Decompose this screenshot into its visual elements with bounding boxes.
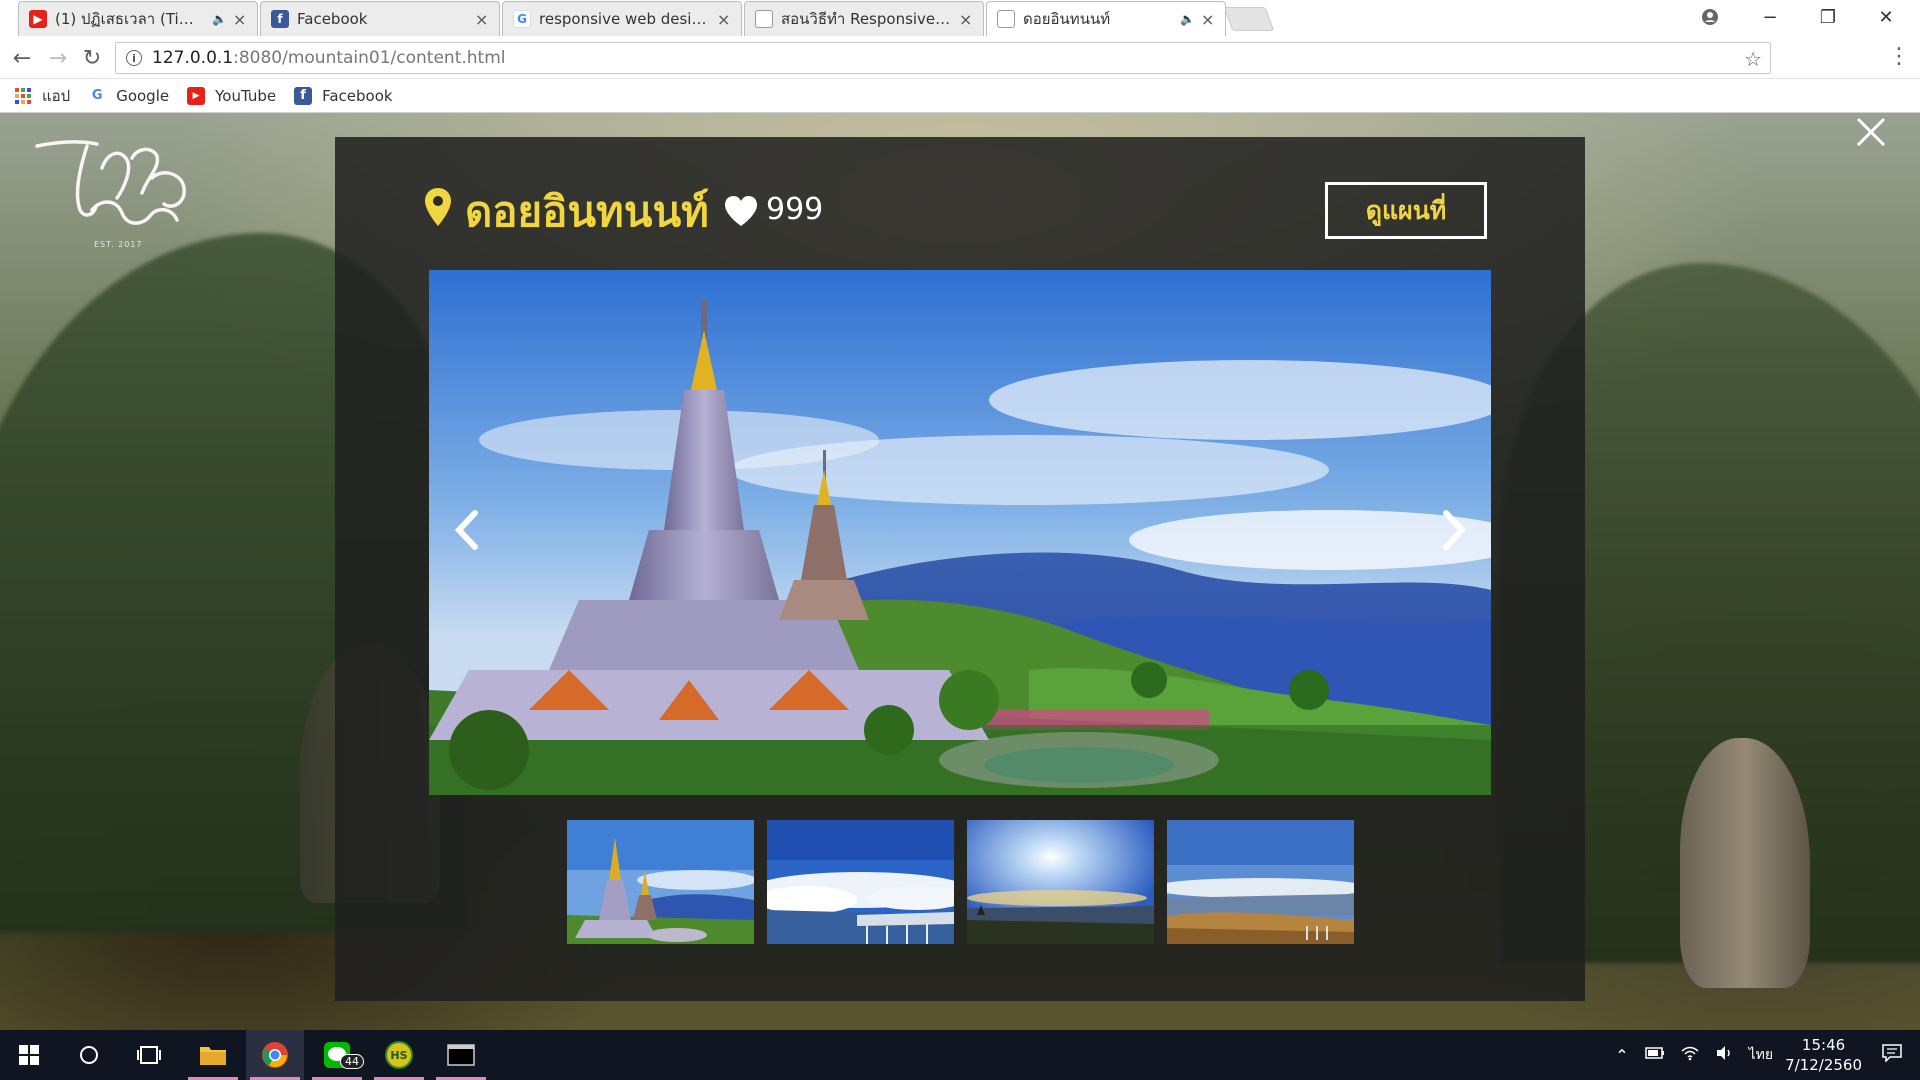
page-icon (997, 10, 1015, 28)
windows-taskbar: 44 HS ⌃ ไทย 15:46 7/12/2560 (0, 1030, 1920, 1080)
clock-time: 15:46 (1801, 1036, 1846, 1054)
tab-title: (1) ปฏิเสธเวลา (Time N (55, 10, 209, 28)
line-app-icon[interactable]: 44 (308, 1030, 366, 1080)
system-tray: ⌃ ไทย 15:46 7/12/2560 (1615, 1030, 1920, 1080)
wifi-icon[interactable] (1681, 1045, 1699, 1065)
minimize-button[interactable]: − (1750, 2, 1790, 32)
bookmark-facebook[interactable]: f Facebook (294, 86, 393, 105)
page-icon (755, 10, 773, 28)
apps-grid-icon (14, 87, 32, 105)
hs-label: HS (385, 1041, 413, 1069)
bookmark-label: Google (116, 86, 170, 105)
tab-facebook[interactable]: f Facebook × (260, 1, 500, 36)
bookmark-apps[interactable]: แอป (14, 84, 70, 108)
tab-tutorial[interactable]: สอนวิธีทำ Responsive Web × (744, 1, 984, 36)
facebook-icon: f (271, 10, 289, 28)
bookmark-youtube[interactable]: ▶ YouTube (187, 86, 277, 105)
thumbnail-strip (567, 820, 1367, 944)
bookmark-label: แอป (42, 86, 71, 105)
info-icon[interactable]: i (126, 50, 142, 66)
logo-est-text: EST. 2017 (94, 240, 143, 249)
profile-icon[interactable] (1690, 2, 1730, 32)
notifications-icon[interactable] (1882, 1044, 1902, 1066)
thumbnail-pagoda[interactable] (567, 820, 754, 944)
close-overlay-button[interactable] (1852, 113, 1890, 151)
tab-strip: ▶ (1) ปฏิเสธเวลา (Time N 🔈 × f Facebook … (0, 0, 1920, 37)
task-view-icon[interactable] (120, 1030, 178, 1080)
chevron-up-icon[interactable]: ⌃ (1615, 1046, 1628, 1065)
hs-app-icon[interactable]: HS (370, 1030, 428, 1080)
tab-title: responsive web design - (539, 10, 711, 28)
tab-youtube[interactable]: ▶ (1) ปฏิเสธเวลา (Time N 🔈 × (18, 1, 258, 36)
heart-icon[interactable] (723, 195, 759, 227)
clock[interactable]: 15:46 7/12/2560 (1785, 1035, 1862, 1075)
tab-doi-inthanon[interactable]: ดอยอินทนนท์ 🔈 × (986, 1, 1226, 36)
tab-title: ดอยอินทนนท์ (1023, 10, 1111, 28)
restore-button[interactable]: ❐ (1808, 2, 1848, 32)
bookmark-label: Facebook (322, 86, 393, 105)
terminal-icon[interactable] (432, 1030, 490, 1080)
tab-google-search[interactable]: G responsive web design - × (502, 1, 742, 36)
thumbnail-sunrise[interactable] (967, 820, 1154, 944)
prev-arrow-icon[interactable] (447, 505, 487, 555)
window-close-button[interactable]: ✕ (1866, 2, 1906, 32)
speaker-icon[interactable]: 🔈 (212, 12, 227, 26)
thumbnail-sea-of-clouds[interactable] (767, 820, 954, 944)
hero-image (429, 270, 1491, 795)
youtube-icon: ▶ (187, 86, 206, 105)
tab-title: สอนวิธีทำ Responsive Web (781, 10, 953, 28)
like-count: 999 (766, 192, 824, 227)
bookmark-google[interactable]: G Google (88, 87, 169, 105)
windows-start-icon[interactable] (0, 1030, 58, 1080)
close-icon[interactable]: × (233, 10, 247, 29)
file-explorer-icon[interactable] (184, 1030, 242, 1080)
back-button[interactable]: ← (8, 44, 36, 72)
thumbnail-mountain-view[interactable] (1167, 820, 1354, 944)
close-icon[interactable]: × (717, 10, 731, 29)
background-rock (1680, 738, 1810, 988)
new-tab-button[interactable] (1223, 7, 1275, 31)
destination-modal: ดอยอินทนนท์ 999 ดูแผนที่ (335, 137, 1585, 1001)
bookmark-star-icon[interactable]: ☆ (1744, 47, 1762, 71)
close-icon (1856, 117, 1886, 147)
address-host: 127.0.0.1 (152, 48, 234, 68)
language-indicator[interactable]: ไทย (1749, 1044, 1773, 1066)
clock-date: 7/12/2560 (1785, 1056, 1862, 1074)
battery-icon[interactable] (1644, 1047, 1665, 1063)
speaker-icon[interactable]: 🔈 (1180, 12, 1195, 26)
site-logo[interactable]: EST. 2017 (32, 138, 207, 253)
search-icon[interactable] (60, 1030, 118, 1080)
browser-toolbar: ← → ↻ i 127.0.0.1:8080/mountain01/conten… (0, 37, 1920, 79)
google-icon: G (91, 88, 103, 103)
page-background: EST. 2017 ดอยอินทนนท์ 999 ดูแผนที่ (0, 113, 1920, 1030)
youtube-icon: ▶ (29, 10, 47, 28)
forward-button[interactable]: → (44, 44, 72, 72)
reload-button[interactable]: ↻ (78, 44, 106, 72)
notification-badge: 44 (340, 1054, 364, 1069)
address-path: :8080/mountain01/content.html (233, 48, 506, 68)
close-icon[interactable]: × (1201, 10, 1215, 29)
chrome-taskbar-icon[interactable] (246, 1030, 304, 1080)
close-icon[interactable]: × (475, 10, 489, 29)
place-title: ดอยอินทนนท์ (465, 187, 709, 236)
address-bar[interactable]: i 127.0.0.1:8080/mountain01/content.html… (115, 42, 1771, 74)
bookmark-label: YouTube (215, 86, 277, 105)
next-arrow-icon[interactable] (1434, 505, 1474, 555)
view-map-button[interactable]: ดูแผนที่ (1325, 182, 1487, 239)
close-icon[interactable]: × (959, 10, 973, 29)
bookmarks-bar: แอป G Google ▶ YouTube f Facebook (0, 79, 1920, 113)
volume-icon[interactable] (1715, 1045, 1733, 1065)
menu-dots-icon[interactable]: ⋮ (1888, 44, 1910, 69)
tab-title: Facebook (297, 10, 368, 28)
location-pin-icon (425, 188, 451, 226)
google-icon: G (513, 10, 531, 28)
facebook-icon: f (294, 86, 313, 105)
